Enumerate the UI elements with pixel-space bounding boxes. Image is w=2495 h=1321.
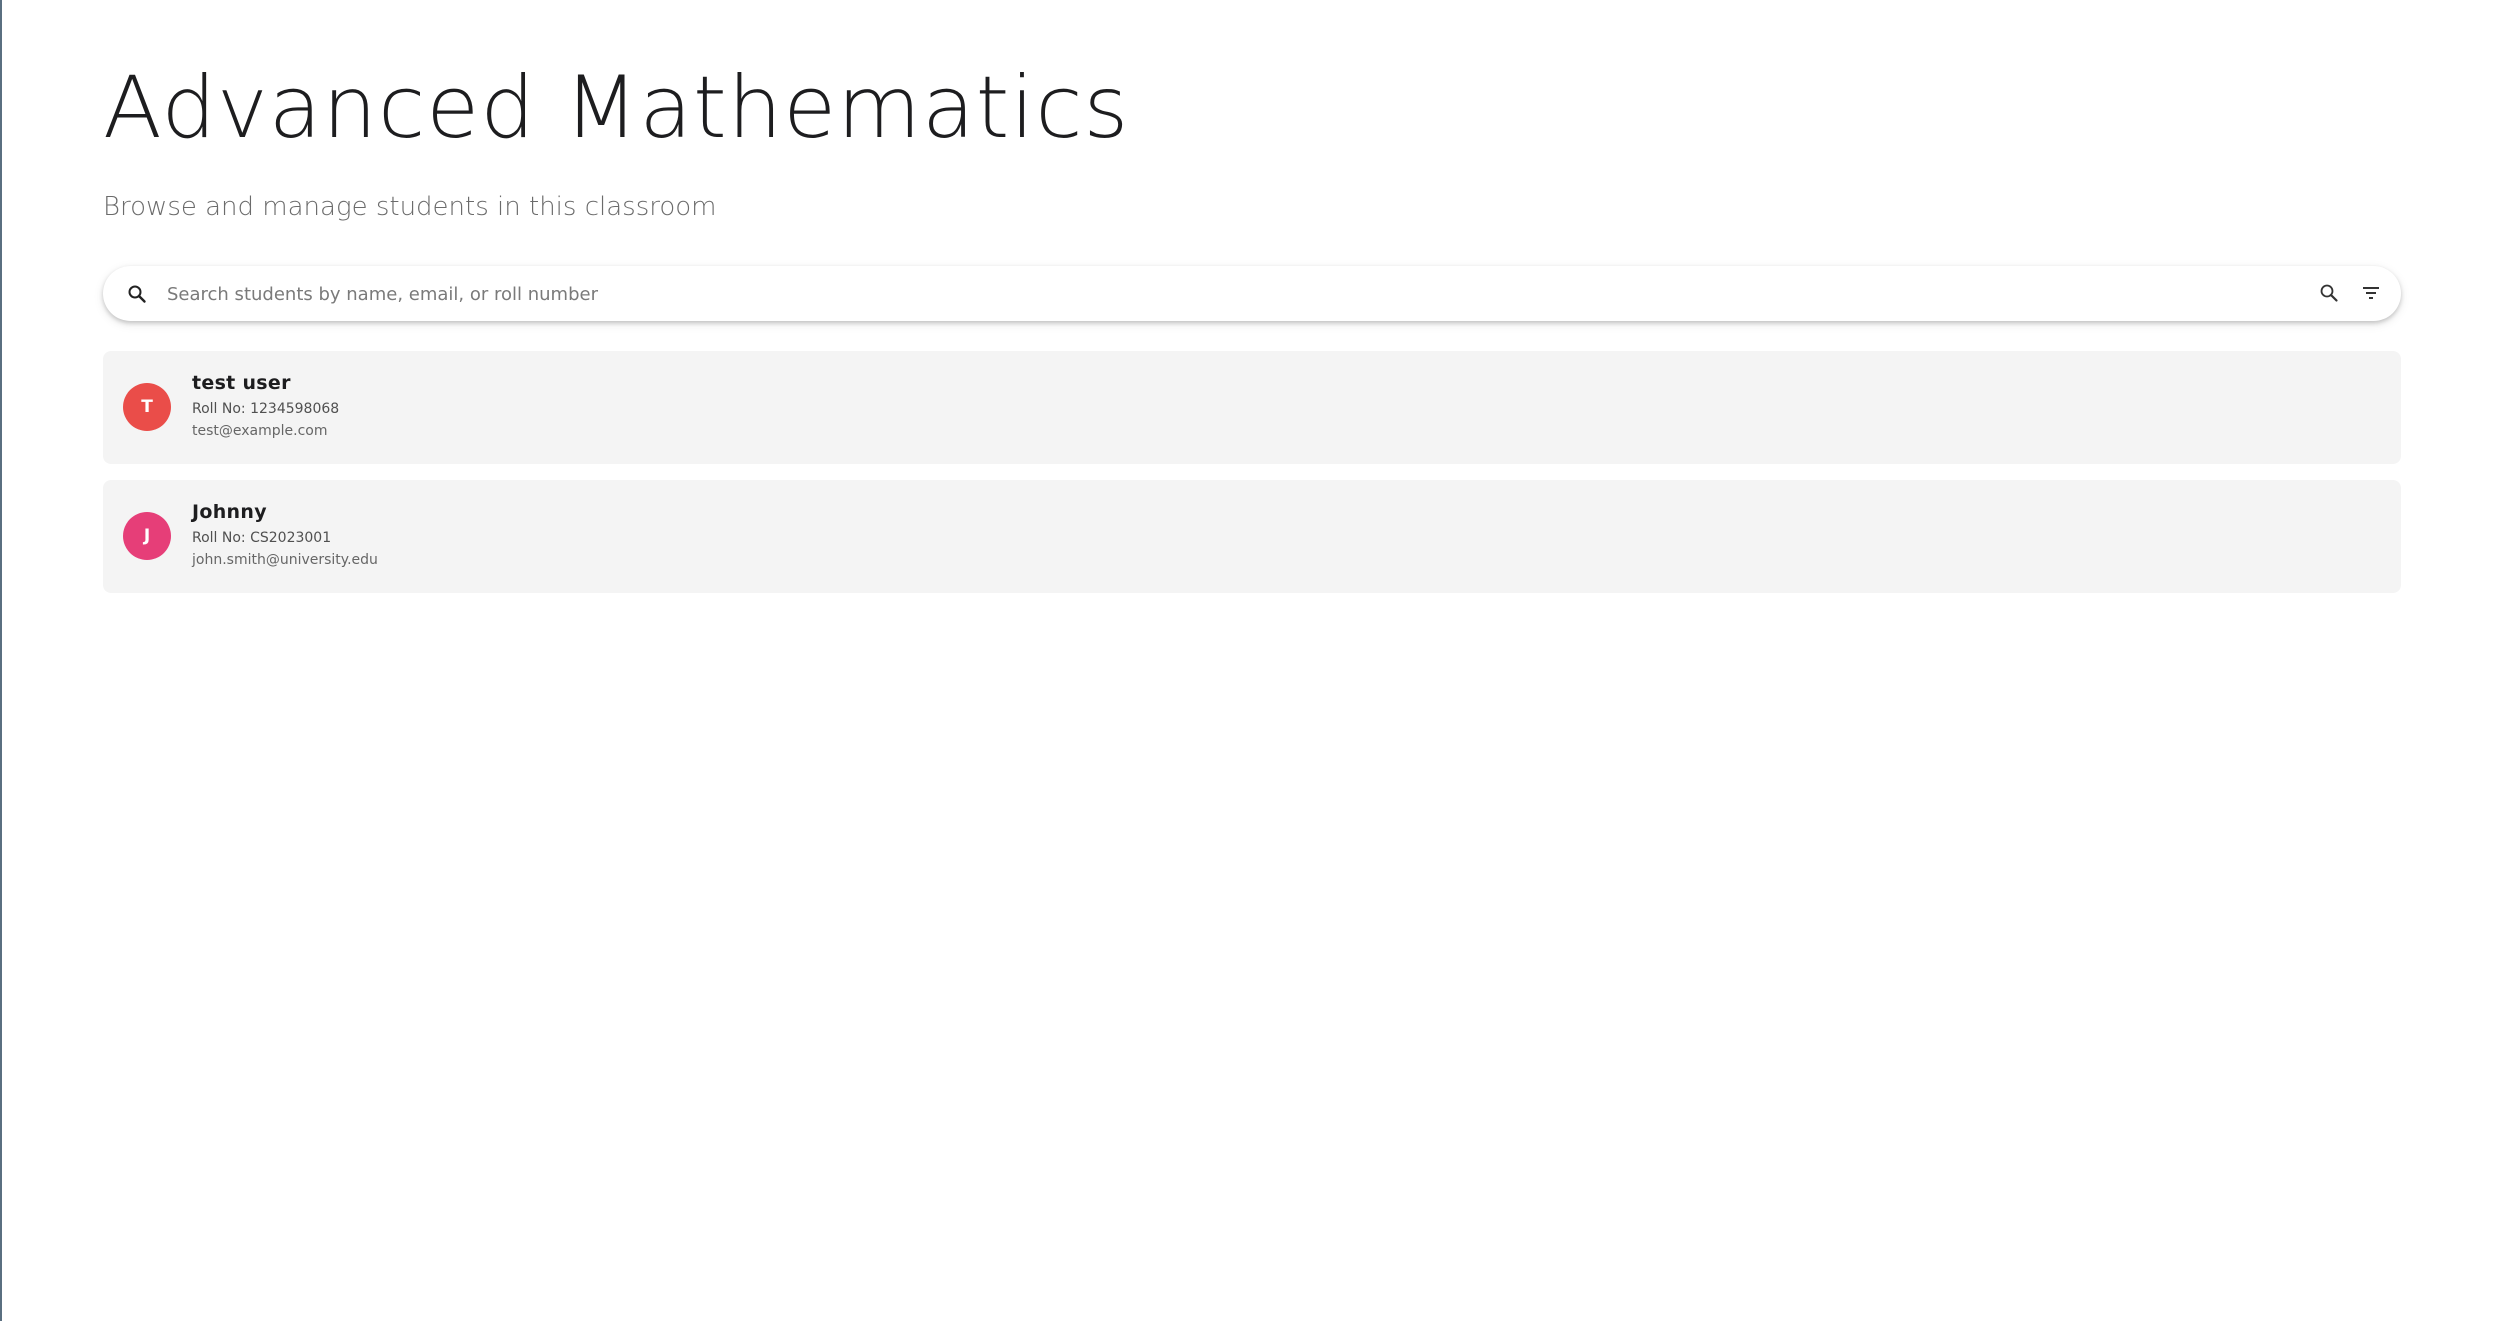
search-icon <box>125 282 149 306</box>
main-content: Advanced Mathematics Browse and manage s… <box>103 0 2401 593</box>
student-list: T test user Roll No: 1234598068 test@exa… <box>103 351 2401 609</box>
student-roll-number: Roll No: CS2023001 <box>192 530 332 546</box>
filter-button[interactable] <box>2357 279 2385 307</box>
search-submit-button[interactable] <box>2315 279 2343 307</box>
student-info: test user Roll No: 1234598068 test@examp… <box>192 371 339 441</box>
search-bar <box>103 266 2401 321</box>
search-input[interactable] <box>165 274 2309 314</box>
student-roll-number: Roll No: 1234598068 <box>192 401 340 417</box>
page: Advanced Mathematics Browse and manage s… <box>0 0 2495 1321</box>
page-title: Advanced Mathematics <box>103 58 1130 158</box>
avatar: J <box>123 512 171 560</box>
filter-icon <box>2363 287 2379 299</box>
student-name: test user <box>192 372 291 394</box>
student-email: test@example.com <box>192 423 328 439</box>
student-email: john.smith@university.edu <box>192 552 378 568</box>
search-actions <box>2315 279 2385 307</box>
page-subtitle: Browse and manage students in this class… <box>103 192 717 222</box>
student-info: Johnny Roll No: CS2023001 john.smith@uni… <box>192 500 378 570</box>
student-card[interactable]: T test user Roll No: 1234598068 test@exa… <box>103 351 2401 464</box>
student-name: Johnny <box>192 501 267 523</box>
search-icon <box>2320 284 2338 302</box>
student-card[interactable]: J Johnny Roll No: CS2023001 john.smith@u… <box>103 480 2401 593</box>
avatar: T <box>123 383 171 431</box>
